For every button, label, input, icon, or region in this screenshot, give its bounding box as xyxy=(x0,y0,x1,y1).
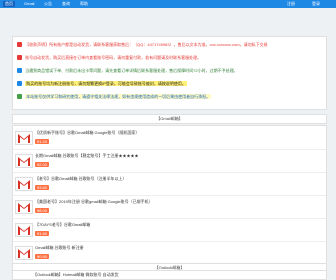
gmail-icon xyxy=(15,223,33,237)
product-title[interactable]: 长期Gmail邮箱 谷歌账号【稳定账号】手工注册★★★★★ xyxy=(35,153,139,159)
notice-text: 当遇到商品错误下单、付款后未出卡等问题，请先查看订单详情后联系客服处理，售后保障… xyxy=(25,68,238,73)
nav-notice[interactable]: 公告 xyxy=(42,1,54,7)
gmail-icon xyxy=(15,200,33,214)
notice-line: 账号自动发货，购买后直接在订单内查看账号密码，请勿重复付款，若有问题请及时联系客… xyxy=(17,54,201,62)
product-price: ¥3.60 xyxy=(35,185,50,190)
gmail-icon xyxy=(15,177,33,191)
product-row[interactable]: 【7DAYS老号】谷歌Gmail邮箱 ¥1.80 xyxy=(13,218,326,242)
nav-home[interactable]: 首页 xyxy=(3,1,15,7)
nav-register[interactable]: 注册 xyxy=(285,1,297,7)
notice-text: 本站账号仅供学习和研究使用，请遵守相关法律法规，如有违规使用造成的一切后果由使用… xyxy=(25,94,212,99)
product-title[interactable]: 【优质新手账号】谷歌Gmail邮箱 Google账号（随机国家） xyxy=(35,130,139,136)
nav-query[interactable]: 查询 xyxy=(60,1,72,7)
product-row[interactable]: 【美国老号】2019年注册 谷歌gmail邮箱 Google账号（已绑手机） ¥… xyxy=(13,195,326,219)
gmail-icon xyxy=(15,154,33,168)
alert-icon xyxy=(17,42,22,48)
nav-help[interactable]: 帮助 xyxy=(78,1,90,7)
product-row[interactable]: 【优质新手账号】谷歌Gmail邮箱 Google账号（随机国家） ¥1.20 xyxy=(13,126,326,150)
gmail-icon xyxy=(15,246,33,260)
nav-login[interactable]: 登录 xyxy=(310,1,322,7)
nav-gmail[interactable]: Gmail xyxy=(22,1,36,7)
product-price: ¥1.20 xyxy=(35,139,50,144)
product-row[interactable]: 长期Gmail邮箱 谷歌账号【稳定账号】手工注册★★★★★ ¥2.00 xyxy=(13,149,326,173)
notice-text: 购买的账号均为新注册账号，请勿频繁更换IP登录，可能会导致账号被封，请按说明使用… xyxy=(25,81,187,86)
notice-line: 【收款声明】所有账户都是自动发货，请联系客服获取售后：（QQ：447174998… xyxy=(17,41,268,49)
product-title[interactable]: 【老号】谷歌Gmail邮箱 谷歌账号（注册半年以上） xyxy=(35,176,127,182)
product-title[interactable]: 【美国老号】2019年注册 谷歌gmail邮箱 Google账号（已绑手机） xyxy=(35,199,153,205)
notice-line: 当遇到商品错误下单、付款后未出卡等问题，请先查看订单详情后联系客服处理，售后保障… xyxy=(17,67,238,75)
category-header-gmail: 【Gmail邮箱】 xyxy=(12,114,327,124)
product-price: ¥0.90 xyxy=(35,254,50,259)
gmail-icon xyxy=(15,131,33,145)
product-list: 【优质新手账号】谷歌Gmail邮箱 Google账号（随机国家） ¥1.20 长… xyxy=(12,125,327,264)
top-navbar: 首页 Gmail 公告 查询 帮助 注册 登录 xyxy=(0,0,336,8)
notice-line: 本站账号仅供学习和研究使用，请遵守相关法律法规，如有违规使用造成的一切后果由使用… xyxy=(17,93,212,101)
product-price: ¥1.80 xyxy=(35,231,50,236)
product-price: ¥2.00 xyxy=(35,162,50,167)
check-icon xyxy=(17,94,22,100)
notice-line: 购买的账号均为新注册账号，请勿频繁更换IP登录，可能会导致账号被封，请按说明使用… xyxy=(17,80,187,88)
product-price: ¥8.00 xyxy=(35,208,50,213)
notice-text: 账号自动发货，购买后直接在订单内查看账号密码，请勿重复付款，若有问题请及时联系客… xyxy=(25,55,202,60)
category-title: 【Gmail邮箱】 xyxy=(156,116,183,121)
product-title[interactable]: Gmail邮箱 谷歌账号 新注册 xyxy=(35,245,84,251)
info-icon xyxy=(17,68,22,74)
product-row[interactable]: Gmail邮箱 谷歌账号 新注册 ¥0.90 xyxy=(13,241,326,264)
alert-icon xyxy=(17,55,22,61)
notice-panel: 【收款声明】所有账户都是自动发货，请联系客服获取售后：（QQ：447174998… xyxy=(12,36,327,110)
product-title[interactable]: 【7DAYS老号】谷歌Gmail邮箱 xyxy=(35,222,90,228)
next-product-row[interactable]: 【Outlook邮箱】Hotmail邮箱 微软账号 自动发货 xyxy=(12,270,327,280)
product-title[interactable]: 【Outlook邮箱】Hotmail邮箱 微软账号 自动发货 xyxy=(33,272,119,278)
notice-text: 【收款声明】所有账户都是自动发货，请联系客服获取售后：（QQ：447174998… xyxy=(25,42,268,47)
info-icon xyxy=(17,81,22,87)
product-row[interactable]: 【老号】谷歌Gmail邮箱 谷歌账号（注册半年以上） ¥3.60 xyxy=(13,172,326,196)
